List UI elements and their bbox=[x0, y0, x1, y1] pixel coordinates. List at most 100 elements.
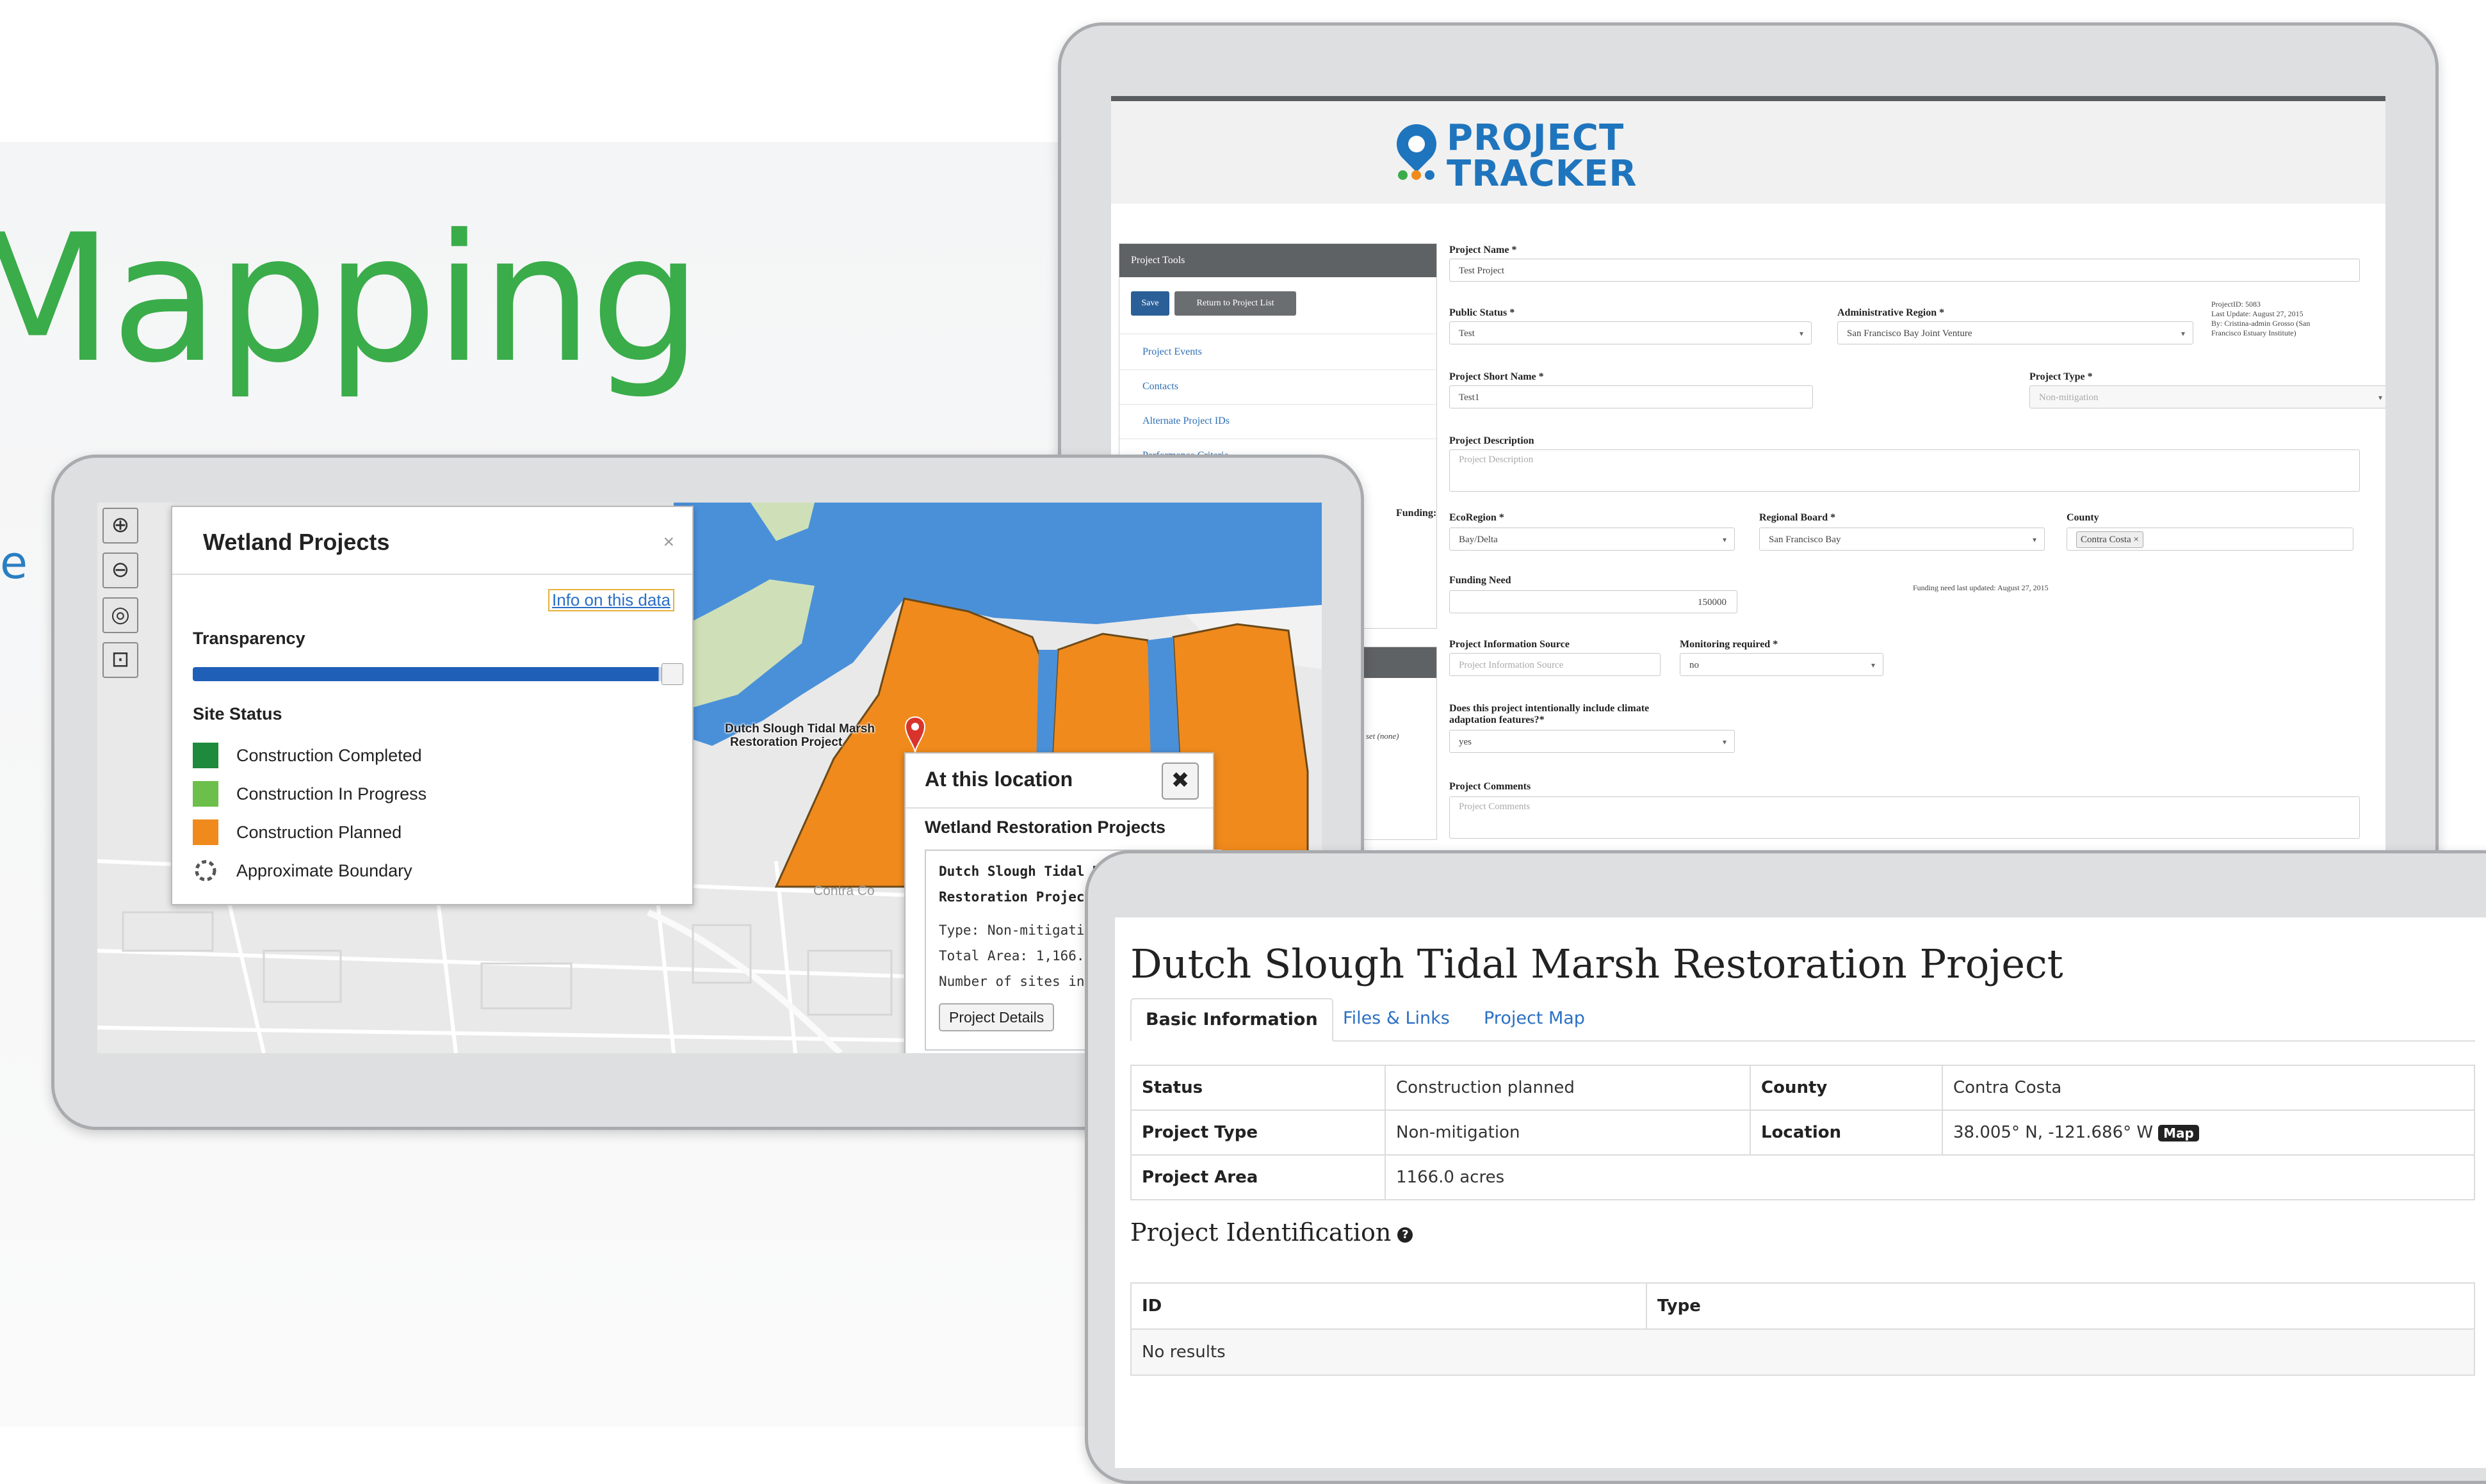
popup-close-icon[interactable]: ✖ bbox=[1162, 762, 1199, 800]
legend-approx-boundary: Approximate Boundary bbox=[236, 861, 412, 880]
tab-project-map[interactable]: Project Map bbox=[1470, 998, 1599, 1039]
county-key: County bbox=[1750, 1065, 1943, 1111]
link-contacts[interactable]: Contacts bbox=[1142, 381, 1178, 392]
type-column-header: Type bbox=[1646, 1282, 2475, 1330]
project-meta: ProjectID: 5083 Last Update: August 27, 2… bbox=[2211, 300, 2311, 337]
legend-in-progress: Construction In Progress bbox=[236, 784, 427, 803]
globe-icon[interactable]: ◎ bbox=[102, 597, 138, 633]
description-label: Project Description bbox=[1449, 435, 1534, 446]
popup-title: At this location bbox=[925, 768, 1073, 791]
return-to-list-button[interactable]: Return to Project List bbox=[1174, 291, 1296, 316]
page-title: Dutch Slough Tidal Marsh Restoration Pro… bbox=[1130, 940, 2063, 987]
comments-textarea[interactable]: Project Comments bbox=[1449, 796, 2360, 839]
basic-info-table: Status Construction planned County Contr… bbox=[1130, 1065, 2475, 1200]
transparency-slider[interactable] bbox=[193, 663, 683, 685]
status-key: Status bbox=[1130, 1065, 1386, 1111]
project-type-select[interactable]: Non-mitigation ▾ bbox=[2029, 385, 2385, 408]
tab-files-links[interactable]: Files & Links bbox=[1329, 998, 1464, 1039]
save-button[interactable]: Save bbox=[1131, 291, 1169, 316]
public-status-label: Public Status * bbox=[1449, 307, 1515, 318]
panel-title: Wetland Projects bbox=[203, 529, 390, 555]
logo-dots bbox=[1398, 170, 1449, 182]
close-icon[interactable]: × bbox=[663, 531, 674, 553]
county-value: Contra Costa bbox=[1942, 1065, 2475, 1111]
table-row: Project Area 1166.0 acres bbox=[1130, 1154, 2475, 1200]
transparency-label: Transparency bbox=[193, 629, 305, 648]
tab-basic-information[interactable]: Basic Information bbox=[1130, 998, 1333, 1042]
funding-need-input[interactable]: 150000 bbox=[1449, 590, 1737, 613]
location-key: Location bbox=[1750, 1109, 1943, 1156]
short-name-label: Project Short Name * bbox=[1449, 371, 1544, 382]
funding-need-note: Funding need last updated: August 27, 20… bbox=[1913, 583, 2049, 592]
logo-text: PROJECT TRACKER bbox=[1447, 117, 1637, 195]
map-badge-button[interactable]: Map bbox=[2158, 1125, 2199, 1141]
comments-label: Project Comments bbox=[1449, 781, 1531, 792]
map-toolbar: ⊕ ⊖ ◎ ⊡ bbox=[100, 505, 138, 697]
table-row: Status Construction planned County Contr… bbox=[1130, 1065, 2475, 1111]
map-project-label: Dutch Slough Tidal Marsh Restoration Pro… bbox=[725, 722, 875, 749]
description-textarea[interactable]: Project Description bbox=[1449, 449, 2360, 492]
tracker-header: PROJECT TRACKER bbox=[1111, 101, 2385, 204]
project-detail-screen: Dutch Slough Tidal Marsh Restoration Pro… bbox=[1115, 917, 2486, 1468]
site-status-label: Site Status bbox=[193, 704, 282, 723]
project-name-label: Project Name * bbox=[1449, 245, 1517, 255]
zoom-extent-icon[interactable]: ⊡ bbox=[102, 642, 138, 678]
funding-need-label: Funding Need bbox=[1449, 575, 1511, 586]
location-value: 38.005° N, -121.686° W bbox=[1953, 1123, 2154, 1142]
regional-board-label: Regional Board * bbox=[1759, 512, 1836, 523]
not-set-fragment: t set (none) bbox=[1361, 731, 1399, 741]
location-cell: 38.005° N, -121.686° W Map bbox=[1942, 1109, 2475, 1156]
link-project-events[interactable]: Project Events bbox=[1142, 346, 1202, 358]
project-details-button[interactable]: Project Details bbox=[939, 1003, 1055, 1031]
admin-region-label: Administrative Region * bbox=[1837, 307, 1945, 318]
project-identification-heading: Project Identification? bbox=[1130, 1218, 1413, 1246]
project-sites-line: Number of sites in pr bbox=[939, 974, 1109, 989]
regional-board-select[interactable]: San Francisco Bay ▾ bbox=[1759, 528, 2045, 551]
legend-completed: Construction Completed bbox=[236, 746, 422, 765]
slider-handle[interactable] bbox=[662, 663, 683, 685]
table-header-row: ID Type bbox=[1130, 1282, 2475, 1330]
partial-text-fragment: e bbox=[0, 536, 28, 589]
table-row: Project Type Non-mitigation Location 38.… bbox=[1130, 1109, 2475, 1156]
project-tools-heading: Project Tools bbox=[1119, 244, 1436, 277]
popup-subtitle: Wetland Restoration Projects bbox=[925, 818, 1166, 837]
tablet-frame-detail: Dutch Slough Tidal Marsh Restoration Pro… bbox=[1085, 850, 2486, 1484]
project-area-key: Project Area bbox=[1130, 1154, 1386, 1200]
info-source-label: Project Information Source bbox=[1449, 639, 1570, 650]
monitoring-select[interactable]: no ▾ bbox=[1680, 653, 1883, 676]
status-value: Construction planned bbox=[1385, 1065, 1751, 1111]
project-name-input[interactable]: Test Project bbox=[1449, 259, 2360, 282]
info-source-input[interactable]: Project Information Source bbox=[1449, 653, 1661, 676]
county-chip[interactable]: Contra Costa × bbox=[2076, 531, 2143, 548]
id-column-header: ID bbox=[1130, 1282, 1647, 1330]
hero-title: Mapping bbox=[0, 197, 702, 401]
public-status-select[interactable]: Test ▾ bbox=[1449, 321, 1812, 344]
help-icon[interactable]: ? bbox=[1397, 1227, 1413, 1243]
detail-tabs: Basic Information Files & Links Project … bbox=[1130, 998, 2475, 1042]
funding-fragment: Funding: bbox=[1396, 508, 1437, 519]
climate-label: Does this project intentionally include … bbox=[1449, 703, 1650, 725]
zoom-in-icon[interactable]: ⊕ bbox=[102, 508, 138, 544]
no-results-cell: No results bbox=[1130, 1328, 2475, 1376]
admin-region-select[interactable]: San Francisco Bay Joint Venture ▾ bbox=[1837, 321, 2193, 344]
project-type-line: Type: Non-mitigation bbox=[939, 923, 1101, 938]
project-type-value: Non-mitigation bbox=[1385, 1109, 1751, 1156]
in-progress-swatch bbox=[193, 781, 218, 807]
completed-swatch bbox=[193, 743, 218, 768]
county-label: County bbox=[2067, 512, 2099, 523]
link-alternate-ids[interactable]: Alternate Project IDs bbox=[1142, 415, 1230, 427]
approximate-boundary-icon bbox=[193, 858, 218, 883]
ecoregion-select[interactable]: Bay/Delta ▾ bbox=[1449, 528, 1735, 551]
zoom-out-icon[interactable]: ⊖ bbox=[102, 552, 138, 588]
planned-swatch bbox=[193, 819, 218, 845]
project-type-key: Project Type bbox=[1130, 1109, 1386, 1156]
ecoregion-label: EcoRegion * bbox=[1449, 512, 1504, 523]
road-label: Contra Co bbox=[813, 883, 875, 898]
top-bar bbox=[1111, 96, 2385, 101]
project-area-value: 1166.0 acres bbox=[1385, 1154, 2475, 1200]
county-multiselect[interactable]: Contra Costa × bbox=[2067, 528, 2353, 551]
info-on-data-link[interactable]: Info on this data bbox=[548, 589, 674, 611]
project-type-label: Project Type * bbox=[2029, 371, 2093, 382]
climate-select[interactable]: yes ▾ bbox=[1449, 730, 1735, 753]
short-name-input[interactable]: Test1 bbox=[1449, 385, 1813, 408]
